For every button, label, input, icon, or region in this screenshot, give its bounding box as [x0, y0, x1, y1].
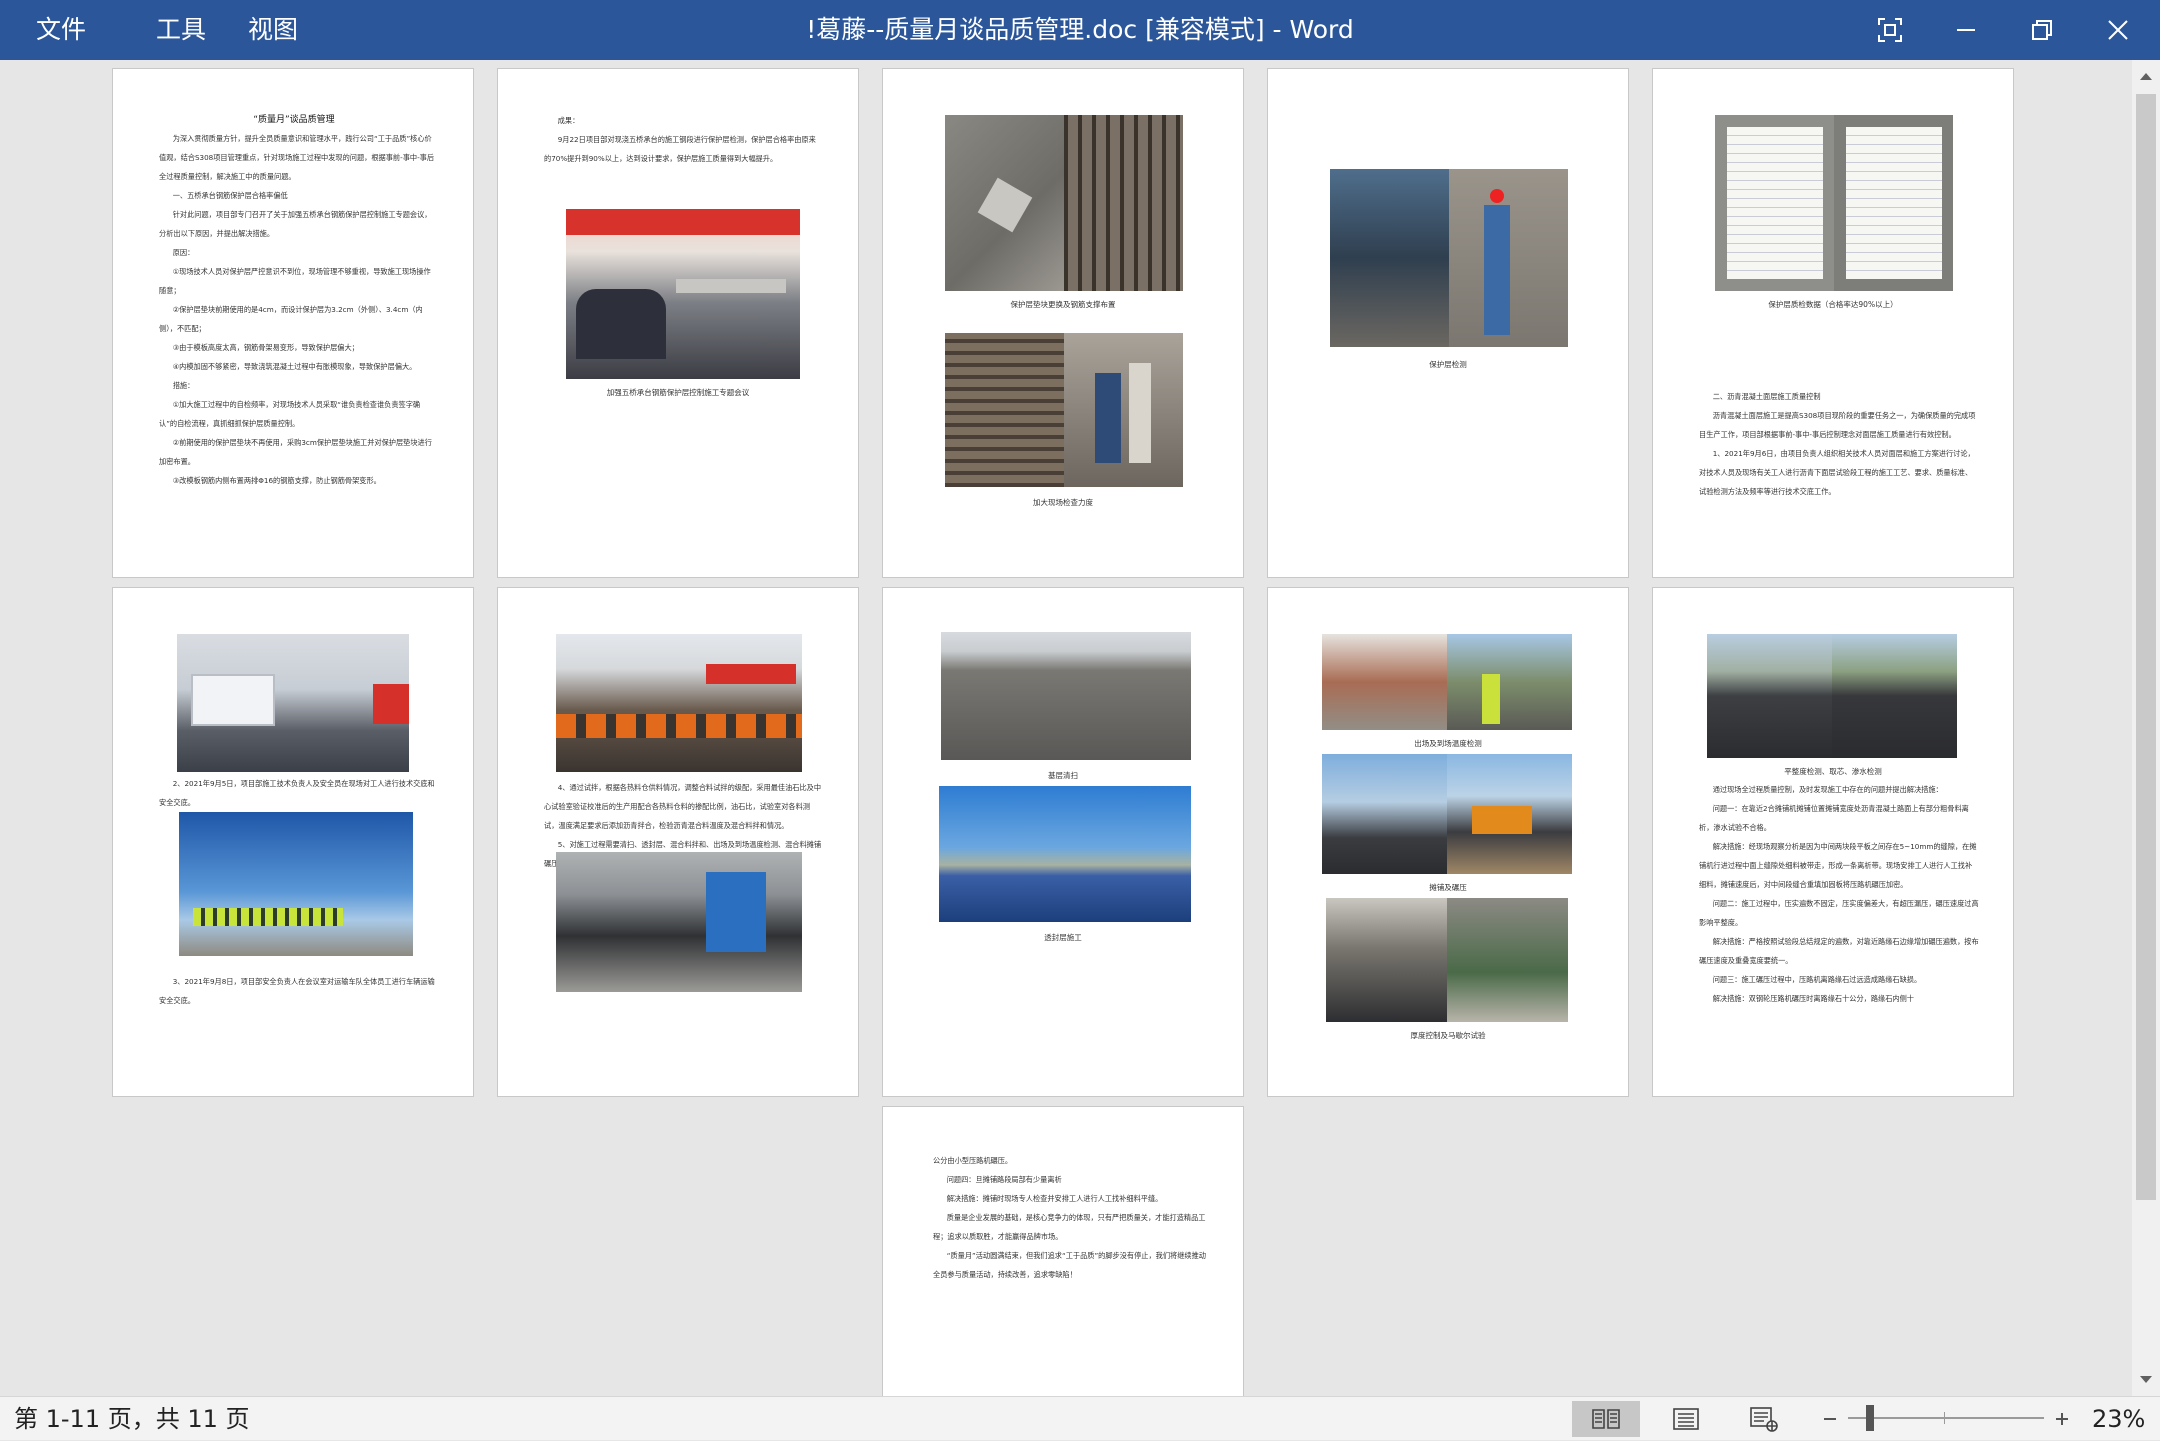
page-3-caption-1: 保护层垫块更换及钢筋支撑布置	[1010, 300, 1116, 309]
document-canvas[interactable]: “质量月”谈品质管理 为深入贯彻质量方针，提升全员质量意识和管理水平，践行公司“…	[0, 60, 2132, 1396]
tack-coat-photo	[939, 786, 1191, 922]
scrollbar-thumb[interactable]	[2136, 94, 2156, 1200]
paving-rolling-photo	[1322, 754, 1572, 874]
cover-test-photo	[1330, 169, 1568, 347]
page-6[interactable]: 2、2021年9月5日，项目部施工技术负责人及安全员在现场对工人进行技术交底和安…	[112, 587, 474, 1097]
rebar-spacer-photo	[945, 115, 1183, 291]
arrow-up-icon	[2140, 73, 2152, 80]
page-6-text-2: 3、2021年9月8日，项目部安全负责人在会议室对运输车队全体员工进行车辆运输安…	[159, 977, 435, 1005]
page-8-caption-1: 基层清扫	[1048, 771, 1078, 780]
restore-icon	[2032, 20, 2052, 40]
print-layout-button[interactable]	[1652, 1401, 1720, 1437]
page-8-caption-2: 透封层施工	[1044, 933, 1082, 942]
page-9-caption-3: 厚度控制及马歇尔试验	[1410, 1031, 1486, 1040]
page-4[interactable]: 保护层检测	[1267, 68, 1629, 578]
read-mode-button[interactable]	[1572, 1401, 1640, 1437]
technical-briefing-photo	[177, 634, 409, 772]
zoom-level[interactable]: 23%	[2092, 1397, 2145, 1441]
zoom-in-button[interactable]	[2050, 1406, 2074, 1432]
page-1[interactable]: “质量月”谈品质管理 为深入贯彻质量方针，提升全员质量意识和管理水平，践行公司“…	[112, 68, 474, 578]
safety-briefing-photo	[179, 812, 413, 956]
page-3[interactable]: 保护层垫块更换及钢筋支撑布置 加大现场检查力度	[882, 68, 1244, 578]
focus-mode-button[interactable]	[1852, 0, 1928, 60]
plus-icon	[2056, 1413, 2068, 1425]
page-3-caption-2: 加大现场检查力度	[1033, 498, 1093, 507]
scroll-up-button[interactable]	[2134, 62, 2158, 90]
zoom-slider-thumb[interactable]	[1866, 1405, 1875, 1431]
focus-mode-icon	[1878, 18, 1902, 42]
test-data-photo	[1715, 115, 1953, 291]
flatness-coring-photo	[1707, 634, 1957, 758]
zoom-out-button[interactable]	[1818, 1406, 1842, 1432]
minus-icon	[1824, 1418, 1836, 1420]
zoom-slider-track[interactable]	[1848, 1417, 2044, 1419]
close-icon	[2108, 20, 2128, 40]
page-9-caption-1: 出场及到场温度检测	[1414, 739, 1482, 748]
vertical-scrollbar[interactable]	[2132, 60, 2160, 1396]
document-title: “质量月”谈品质管理	[253, 115, 335, 125]
page-count-status[interactable]: 第 1-11 页，共 11 页	[14, 1397, 250, 1441]
page-5[interactable]: 保护层质检数据（合格率达90%以上） 二、沥青混凝土面层施工质量控制 沥青混凝土…	[1652, 68, 2014, 578]
minimize-button[interactable]	[1928, 0, 2004, 60]
page-5-body: 二、沥青混凝土面层施工质量控制 沥青混凝土面层施工是提高S308项目现阶段的重要…	[1699, 392, 1976, 496]
close-button[interactable]	[2080, 0, 2156, 60]
page-9[interactable]: 出场及到场温度检测 摊铺及碾压 厚度控制及马歇尔试验	[1267, 587, 1629, 1097]
thickness-marshall-photo	[1326, 898, 1568, 1022]
print-layout-icon	[1673, 1408, 1699, 1430]
page-10-body: 通过现场全过程质量控制，及时发现施工中存在的问题并提出解决措施： 问题一：在靠近…	[1699, 785, 1979, 1003]
menu-view[interactable]: 视图	[240, 0, 306, 60]
window-title: !葛藤--质量月谈品质管理.doc [兼容模式] - Word	[806, 15, 1354, 44]
page-1-body: 为深入贯彻质量方针，提升全员质量意识和管理水平，践行公司“工于品质”核心价值观，…	[159, 134, 435, 485]
page-7[interactable]: 4、通过试拌，根据各热料仓供料情况，调整合料试拌的级配，采用最佳油石比及中心试验…	[497, 587, 859, 1097]
page-8[interactable]: 基层清扫 透封层施工	[882, 587, 1244, 1097]
asphalt-sample-photo	[556, 852, 802, 992]
web-layout-button[interactable]	[1730, 1401, 1798, 1437]
page-4-caption: 保护层检测	[1429, 360, 1467, 369]
read-mode-icon	[1592, 1409, 1620, 1429]
page-10-caption: 平整度检测、取芯、渗水检测	[1784, 767, 1882, 776]
title-bar: 文件 工具 视图 !葛藤--质量月谈品质管理.doc [兼容模式] - Word	[0, 0, 2160, 60]
page-11-body: 公分由小型压路机碾压。 问题四：旦摊铺路段局部有少量离析 解决措施：摊铺时现场专…	[933, 1156, 1206, 1279]
status-bar: 第 1-11 页，共 11 页 23%	[0, 1396, 2160, 1440]
meeting-photo	[566, 209, 800, 379]
menu-tools[interactable]: 工具	[148, 0, 214, 60]
mix-design-meeting-photo	[556, 634, 802, 772]
zoom-slider-center-mark	[1944, 1412, 1945, 1424]
page-10[interactable]: 平整度检测、取芯、渗水检测 通过现场全过程质量控制，及时发现施工中存在的问题并提…	[1652, 587, 2014, 1097]
base-cleaning-photo	[941, 632, 1191, 760]
scroll-down-button[interactable]	[2134, 1366, 2158, 1394]
restore-button[interactable]	[2004, 0, 2080, 60]
page-9-caption-2: 摊铺及碾压	[1429, 883, 1467, 892]
minimize-icon	[1957, 29, 1975, 31]
page-5-caption: 保护层质检数据（合格率达90%以上）	[1768, 300, 1898, 309]
temperature-check-photo	[1322, 634, 1572, 730]
inspection-photo	[945, 333, 1183, 487]
page-6-text-1: 2、2021年9月5日，项目部施工技术负责人及安全员在现场对工人进行技术交底和安…	[159, 779, 435, 807]
page-2[interactable]: 成果： 9月22日项目部对现浇五桥承台的施工钢段进行保护层检测，保护层合格率由原…	[497, 68, 859, 578]
arrow-down-icon	[2140, 1376, 2152, 1383]
menu-file[interactable]: 文件	[28, 0, 94, 60]
page-11[interactable]: 公分由小型压路机碾压。 问题四：旦摊铺路段局部有少量离析 解决措施：摊铺时现场专…	[882, 1106, 1244, 1396]
web-layout-icon	[1750, 1407, 1778, 1432]
page-2-caption: 加强五桥承台钢筋保护层控制施工专题会议	[606, 388, 750, 397]
page-2-body: 成果： 9月22日项目部对现浇五桥承台的施工钢段进行保护层检测，保护层合格率由原…	[544, 116, 816, 163]
